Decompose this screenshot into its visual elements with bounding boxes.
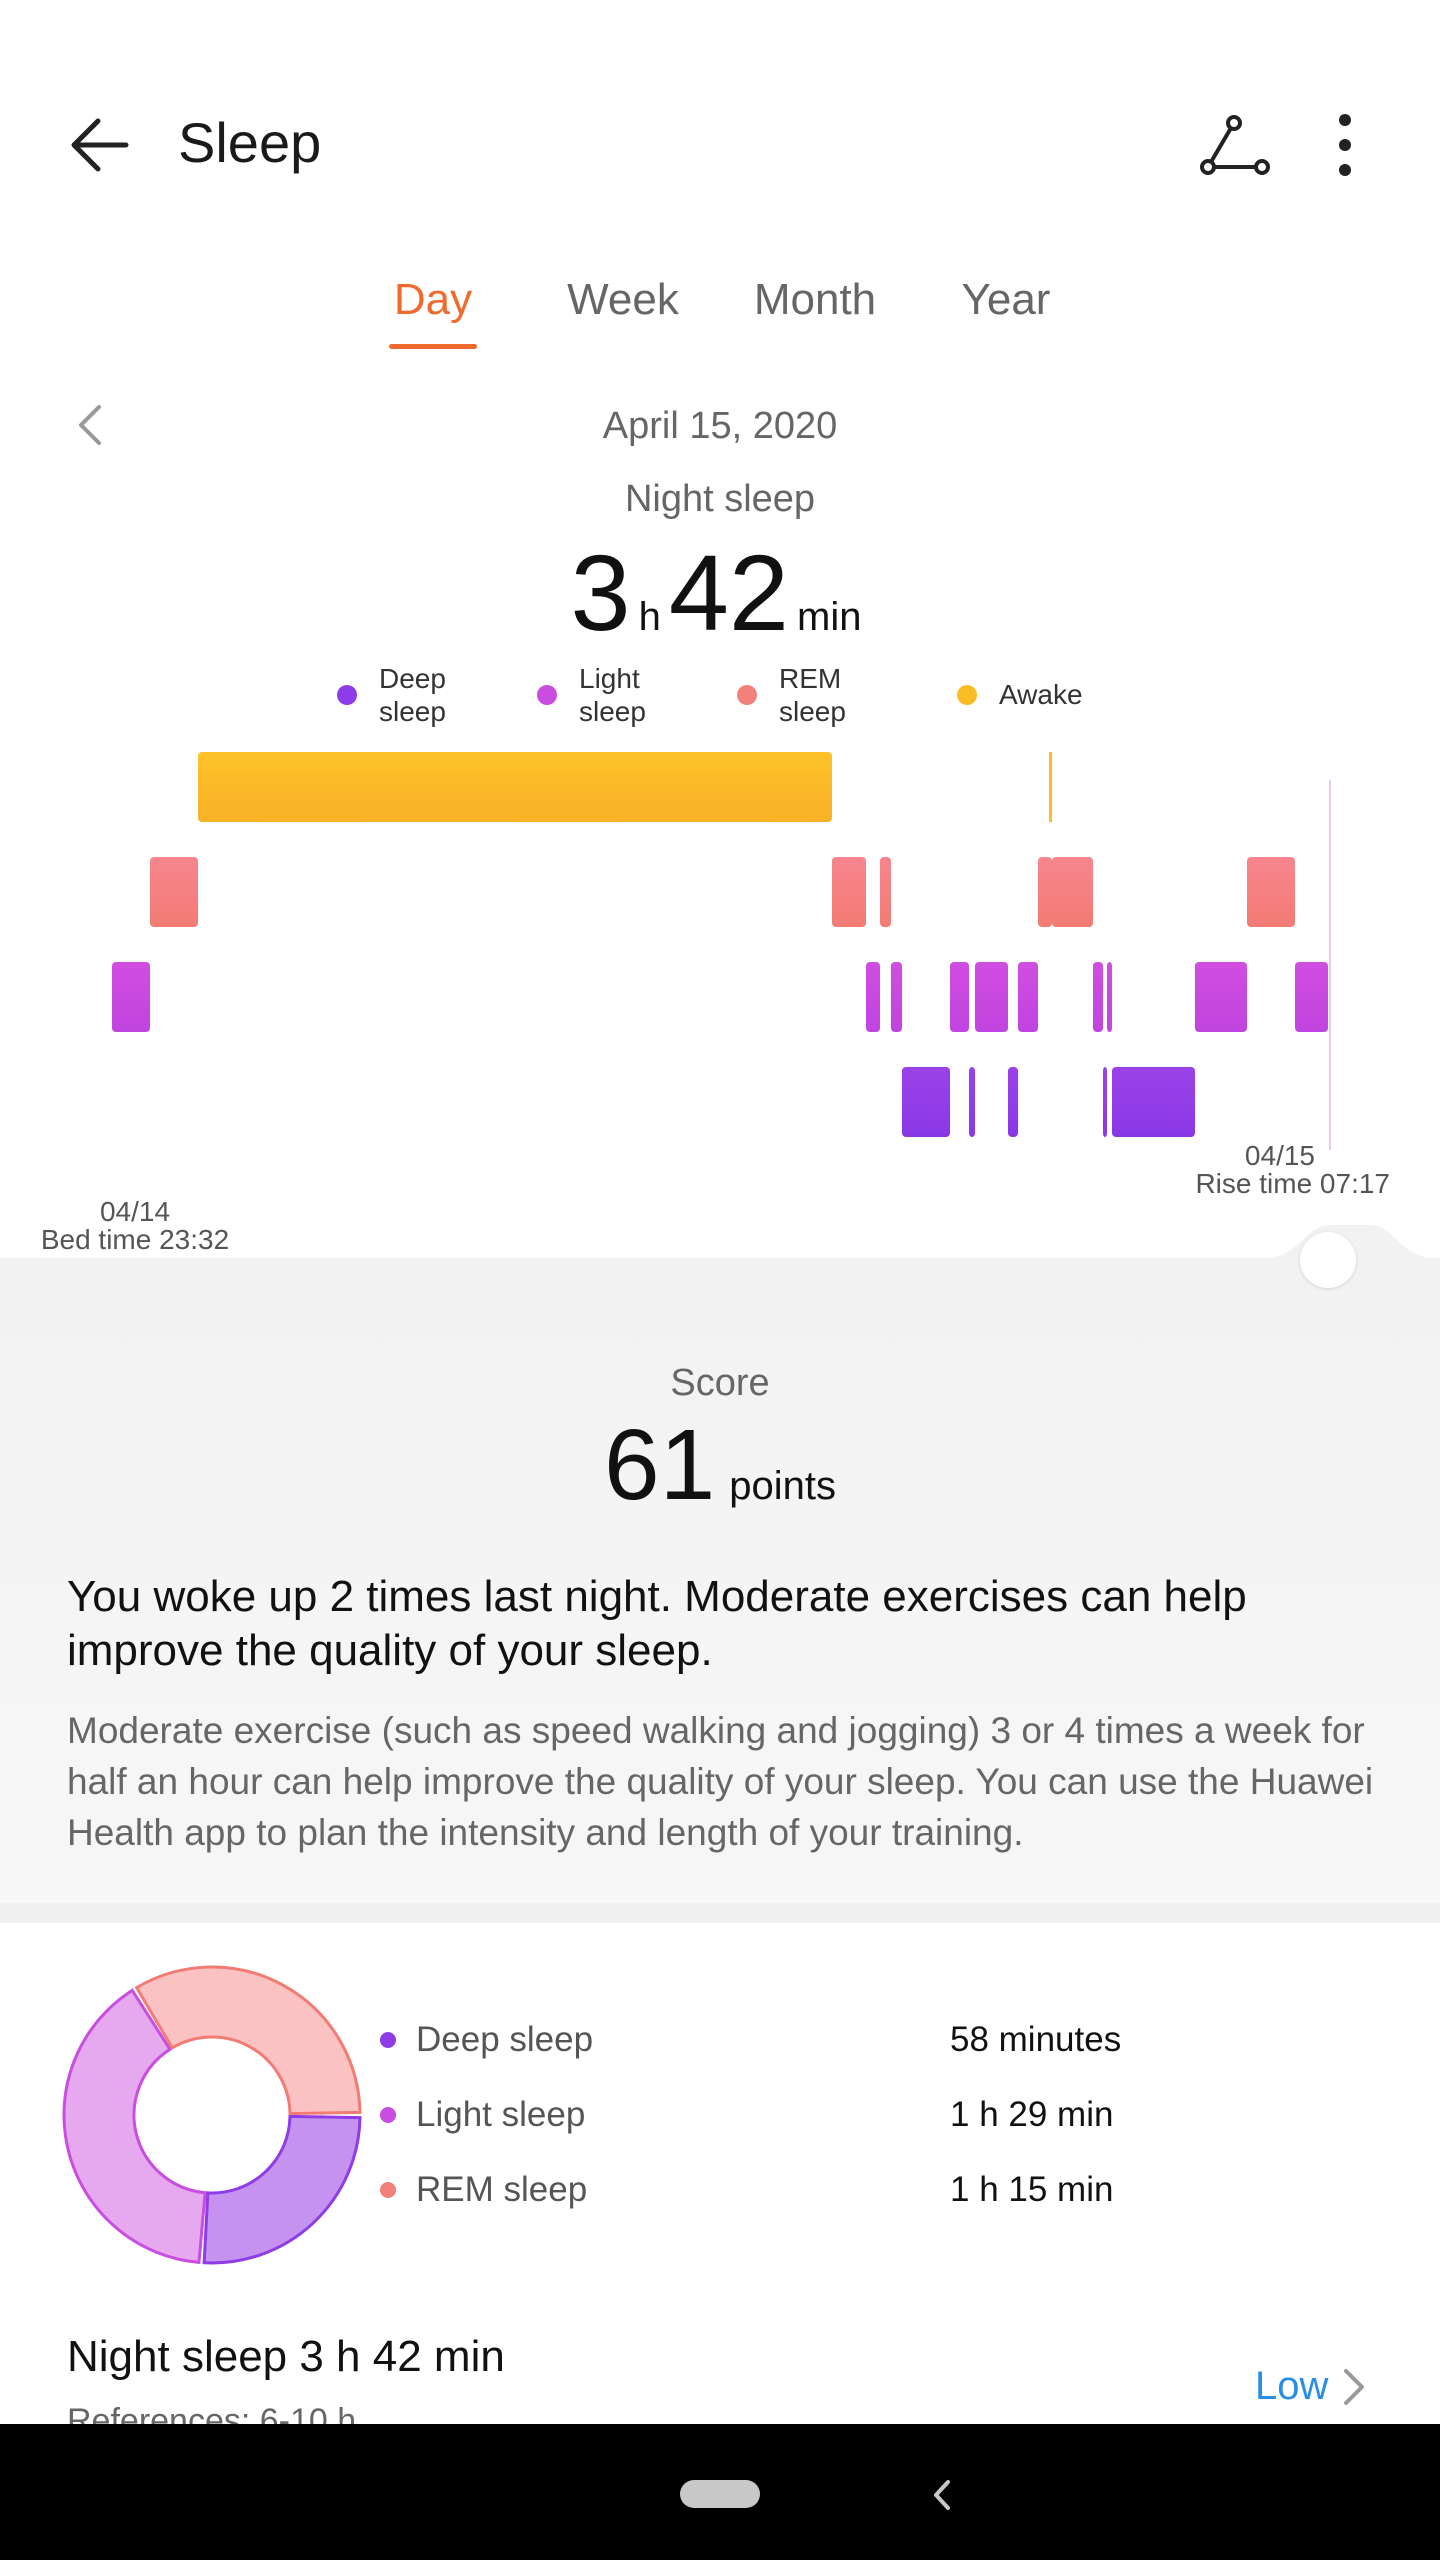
- stage-segment-light: [866, 962, 880, 1032]
- legend-dot-awake: [957, 684, 977, 705]
- stage-segment-light: [1018, 962, 1038, 1032]
- stage-segment-light: [1295, 962, 1328, 1032]
- donut-slice-rem: [134, 1965, 362, 2116]
- stage-segment-light: [891, 962, 902, 1032]
- tab-week[interactable]: Week: [567, 275, 679, 325]
- stage-segment-light: [975, 962, 1008, 1032]
- stage-segment-rem: [880, 857, 891, 927]
- tab-day[interactable]: Day: [394, 275, 472, 325]
- night-sleep-rating-link[interactable]: Low: [1255, 2364, 1368, 2409]
- stage-segment-light: [1107, 962, 1112, 1032]
- stage-segment-deep: [969, 1067, 975, 1137]
- sleep-stage-chart: [112, 752, 1331, 1150]
- section-divider: [0, 1903, 1440, 1923]
- stage-segment-light: [1093, 962, 1103, 1032]
- legend-rem-sleep: REM sleep: [737, 662, 879, 728]
- breakdown-value: 58 minutes: [950, 2020, 1122, 2059]
- selected-date: April 15, 2020: [602, 405, 838, 447]
- advice-body: Moderate exercise (such as speed walking…: [67, 1710, 1374, 1853]
- advice-title: You woke up 2 times last night. Moderate…: [67, 1572, 1247, 1675]
- breakdown-light-sleep: Light sleep: [380, 2095, 585, 2135]
- stage-segment-deep: [1103, 1067, 1107, 1137]
- breakdown-label: Deep sleep: [416, 2020, 594, 2059]
- more-vertical-icon: [1339, 114, 1351, 176]
- tab-month[interactable]: Month: [754, 275, 876, 325]
- share-icon: [1200, 115, 1270, 175]
- stage-segment-light: [1195, 962, 1247, 1032]
- score-value: 61: [604, 1409, 716, 1521]
- legend-label: Light sleep: [579, 663, 646, 727]
- rise-time-label: 04/15 Rise time 07:17: [1160, 1142, 1390, 1198]
- sleep-score: 61 points: [0, 1408, 1440, 1523]
- duration-hours: 3: [570, 532, 631, 653]
- back-button[interactable]: [60, 110, 140, 180]
- legend-dot-rem: [737, 685, 757, 705]
- page-title: Sleep: [178, 111, 322, 174]
- breakdown-label: REM sleep: [416, 2170, 588, 2209]
- breakdown-dot: [380, 2182, 396, 2198]
- timeline-slider-handle[interactable]: [1300, 1232, 1356, 1288]
- share-button[interactable]: [1195, 110, 1275, 180]
- legend-dot-light: [537, 685, 557, 705]
- stage-segment-light: [112, 962, 150, 1032]
- stage-segment-awake: [198, 752, 832, 822]
- stage-segment-deep: [902, 1067, 950, 1137]
- breakdown-label: Light sleep: [416, 2095, 586, 2134]
- stage-segment-deep: [1008, 1067, 1018, 1137]
- stage-segment-light: [950, 962, 969, 1032]
- bed-date: 04/14: [99, 1196, 171, 1227]
- night-sleep-duration: 3 h42 min: [0, 530, 1440, 655]
- back-chevron-icon: [934, 2480, 950, 2510]
- arrow-left-icon: [71, 118, 129, 172]
- rating-label: Low: [1255, 2364, 1329, 2408]
- duration-minutes-unit: min: [797, 595, 862, 639]
- stage-segment-rem: [1247, 857, 1295, 927]
- legend-label: REM sleep: [779, 663, 846, 727]
- rise-date: 04/15: [1244, 1140, 1315, 1171]
- legend-dot-deep: [337, 685, 357, 705]
- tab-year[interactable]: Year: [962, 275, 1051, 325]
- duration-minutes: 42: [668, 532, 789, 653]
- tab-active-indicator: [389, 344, 477, 349]
- night-sleep-label: Night sleep: [624, 478, 816, 520]
- breakdown-dot: [380, 2107, 396, 2123]
- sleep-breakdown-donut: [62, 1965, 362, 2265]
- legend-label: Deep sleep: [379, 663, 446, 727]
- chevron-right-icon: [1344, 2368, 1365, 2405]
- breakdown-value: 1 h 29 min: [950, 2095, 1114, 2134]
- legend-label: Awake: [999, 679, 1083, 710]
- night-sleep-summary: Night sleep 3 h 42 min: [67, 2332, 505, 2381]
- legend-deep-sleep: Deep sleep: [337, 662, 479, 728]
- score-label: Score: [670, 1362, 770, 1404]
- bed-time: Bed time 23:32: [40, 1224, 230, 1255]
- score-unit: points: [729, 1464, 836, 1508]
- duration-hours-unit: h: [638, 595, 661, 639]
- stage-segment-rem: [1038, 857, 1052, 927]
- breakdown-deep-sleep: Deep sleep: [380, 2020, 593, 2060]
- breakdown-value: 1 h 15 min: [950, 2170, 1114, 2209]
- donut-slice-deep: [202, 2114, 362, 2265]
- bed-time-label: 04/14 Bed time 23:32: [30, 1198, 240, 1254]
- legend-light-sleep: Light sleep: [537, 662, 679, 728]
- legend-awake: Awake: [957, 678, 1099, 711]
- stage-segment-deep: [1112, 1067, 1195, 1137]
- stage-segment-awake: [1049, 752, 1052, 822]
- stage-segment-rem: [1052, 857, 1093, 927]
- home-button[interactable]: [680, 2480, 760, 2508]
- system-back-button[interactable]: [928, 2478, 958, 2512]
- rise-time: Rise time 07:17: [1195, 1168, 1390, 1199]
- breakdown-dot: [380, 2032, 396, 2048]
- stage-segment-rem: [150, 857, 198, 927]
- breakdown-rem-sleep: REM sleep: [380, 2170, 587, 2210]
- more-button[interactable]: [1315, 105, 1375, 185]
- stage-segment-rem: [832, 857, 866, 927]
